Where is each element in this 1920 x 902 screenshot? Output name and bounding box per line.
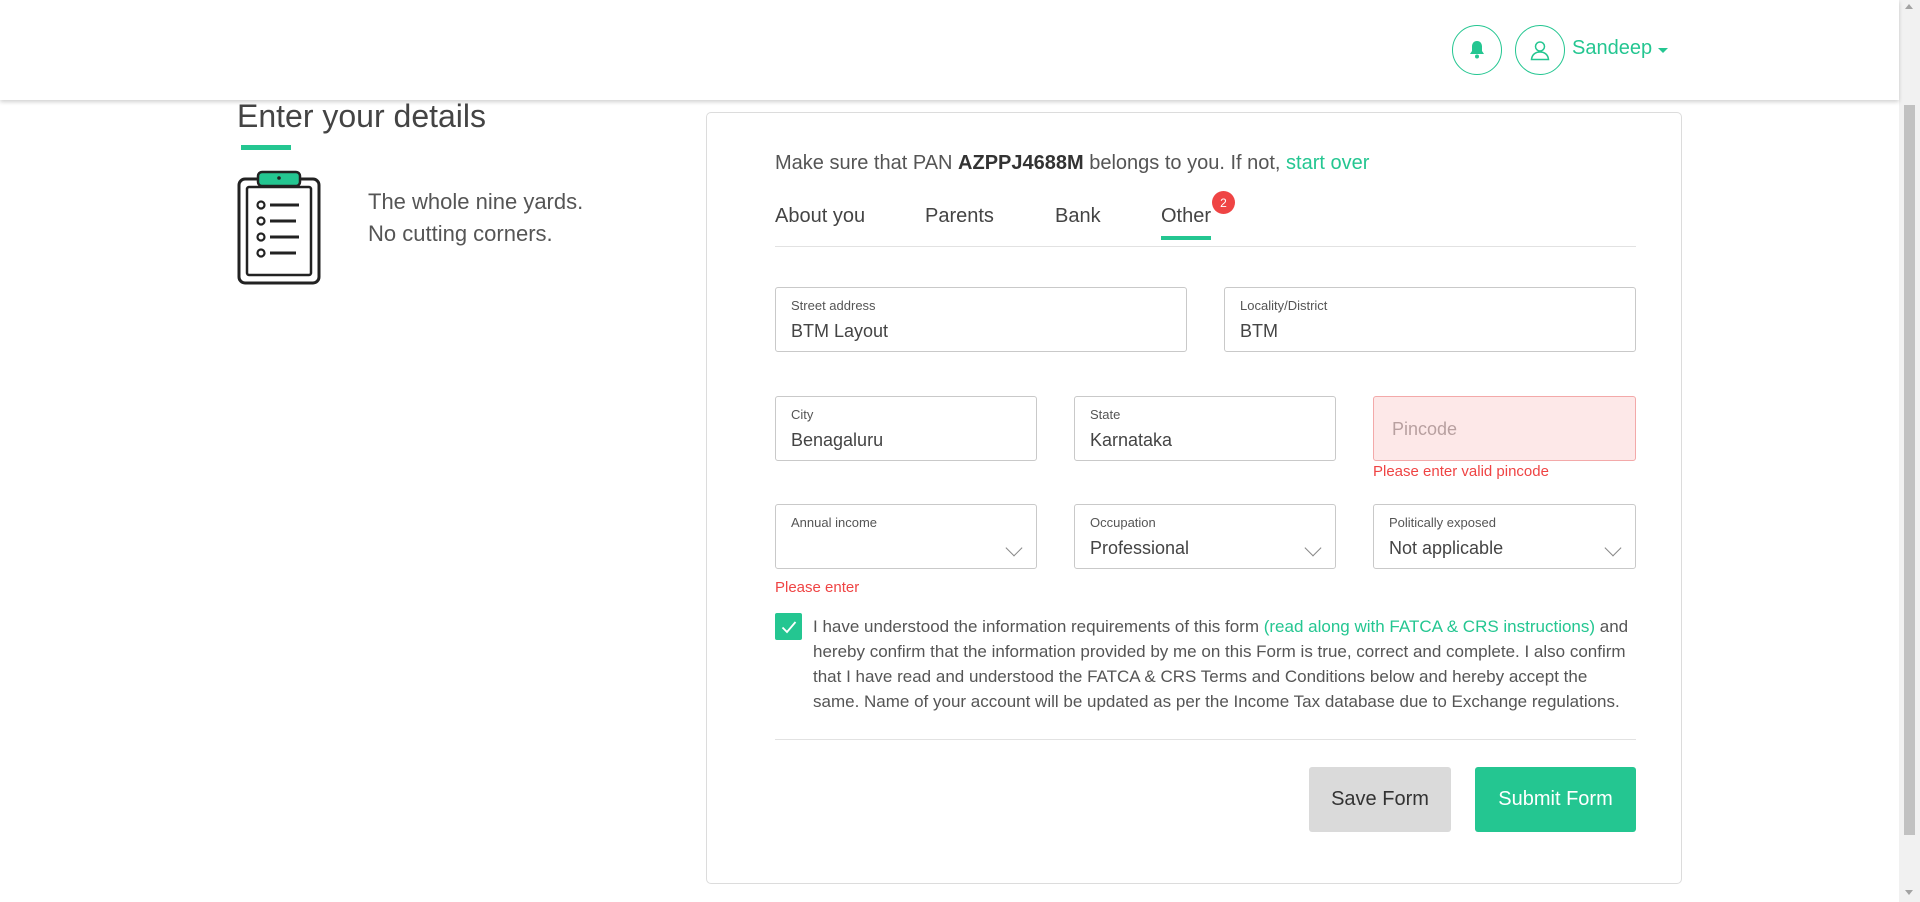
start-over-link[interactable]: start over — [1286, 152, 1369, 174]
street-address-label: Street address — [791, 298, 876, 313]
page-scrollbar[interactable] — [1899, 0, 1920, 902]
scroll-up-arrow-icon[interactable] — [1905, 4, 1913, 9]
annual-income-error: Please enter — [775, 579, 860, 596]
error-count-badge: 2 — [1212, 191, 1235, 214]
bell-icon — [1470, 41, 1484, 59]
consent-text-start: I have understood the information requir… — [813, 617, 1264, 636]
pincode-input[interactable]: Pincode — [1373, 396, 1636, 461]
page-title: Enter your details — [237, 98, 487, 134]
street-address-value: BTM Layout — [791, 321, 889, 341]
divider — [775, 739, 1636, 740]
city-field[interactable]: City Benagaluru — [775, 396, 1037, 461]
chevron-down-icon — [1005, 539, 1023, 557]
pincode-placeholder: Pincode — [1392, 419, 1458, 439]
state-label: State — [1090, 407, 1121, 422]
state-value: Karnataka — [1090, 430, 1173, 450]
chevron-down-icon — [1604, 539, 1622, 557]
avatar[interactable] — [1515, 25, 1565, 75]
state-field[interactable]: State Karnataka — [1074, 396, 1336, 461]
tagline: The whole nine yards. No cutting corners… — [368, 186, 583, 250]
fatca-crs-instructions-link[interactable]: (read along with FATCA & CRS instruction… — [1264, 617, 1595, 636]
locality-label: Locality/District — [1240, 298, 1328, 313]
save-form-button[interactable]: Save Form — [1309, 767, 1451, 832]
user-menu[interactable]: Sandeep — [1572, 37, 1669, 60]
pan-suffix-text: belongs to you. If not, — [1083, 152, 1287, 174]
city-value: Benagaluru — [791, 430, 884, 450]
annual-income-select[interactable]: Annual income — [775, 504, 1037, 569]
street-address-field[interactable]: Street address BTM Layout — [775, 287, 1187, 352]
city-label: City — [791, 407, 814, 422]
consent-text: I have understood the information requir… — [813, 614, 1635, 714]
pincode-error: Please enter valid pincode — [1373, 463, 1549, 480]
annual-income-label: Annual income — [791, 515, 877, 530]
locality-value: BTM — [1240, 321, 1278, 341]
locality-field[interactable]: Locality/District BTM — [1224, 287, 1636, 352]
top-header: Sandeep — [0, 0, 1899, 100]
occupation-select[interactable]: Occupation Professional — [1074, 504, 1336, 569]
submit-form-button[interactable]: Submit Form — [1475, 767, 1636, 832]
chevron-down-icon — [1304, 539, 1322, 557]
user-icon — [1530, 41, 1550, 61]
scroll-down-arrow-icon[interactable] — [1905, 890, 1913, 895]
caret-down-icon — [1658, 47, 1669, 53]
notifications-button[interactable] — [1452, 25, 1502, 75]
pan-prefix-text: Make sure that PAN — [775, 152, 959, 174]
tab-bank[interactable]: Bank — [1055, 205, 1101, 228]
politically-exposed-value: Not applicable — [1389, 538, 1504, 558]
checkmark-icon — [781, 620, 796, 633]
pan-number: AZPPJ4688M — [958, 152, 1084, 174]
tab-about-you[interactable]: About you — [775, 205, 865, 228]
politically-exposed-label: Politically exposed — [1389, 515, 1496, 530]
clipboard-checklist-icon — [237, 170, 321, 285]
scrollbar-thumb[interactable] — [1904, 105, 1915, 835]
tab-other[interactable]: Other — [1161, 205, 1212, 240]
title-underline — [241, 145, 291, 150]
user-name: Sandeep — [1572, 37, 1653, 59]
tagline-line-1: The whole nine yards. — [368, 189, 584, 214]
occupation-value: Professional — [1090, 538, 1190, 558]
tab-parents[interactable]: Parents — [925, 205, 994, 228]
form-tabs: About you Parents Bank Other — [775, 205, 1636, 247]
tagline-line-2: No cutting corners. — [368, 221, 553, 246]
occupation-label: Occupation — [1090, 515, 1156, 530]
pan-confirmation: Make sure that PAN AZPPJ4688M belongs to… — [775, 152, 1369, 175]
politically-exposed-select[interactable]: Politically exposed Not applicable — [1373, 504, 1636, 569]
consent-checkbox[interactable] — [775, 613, 802, 640]
